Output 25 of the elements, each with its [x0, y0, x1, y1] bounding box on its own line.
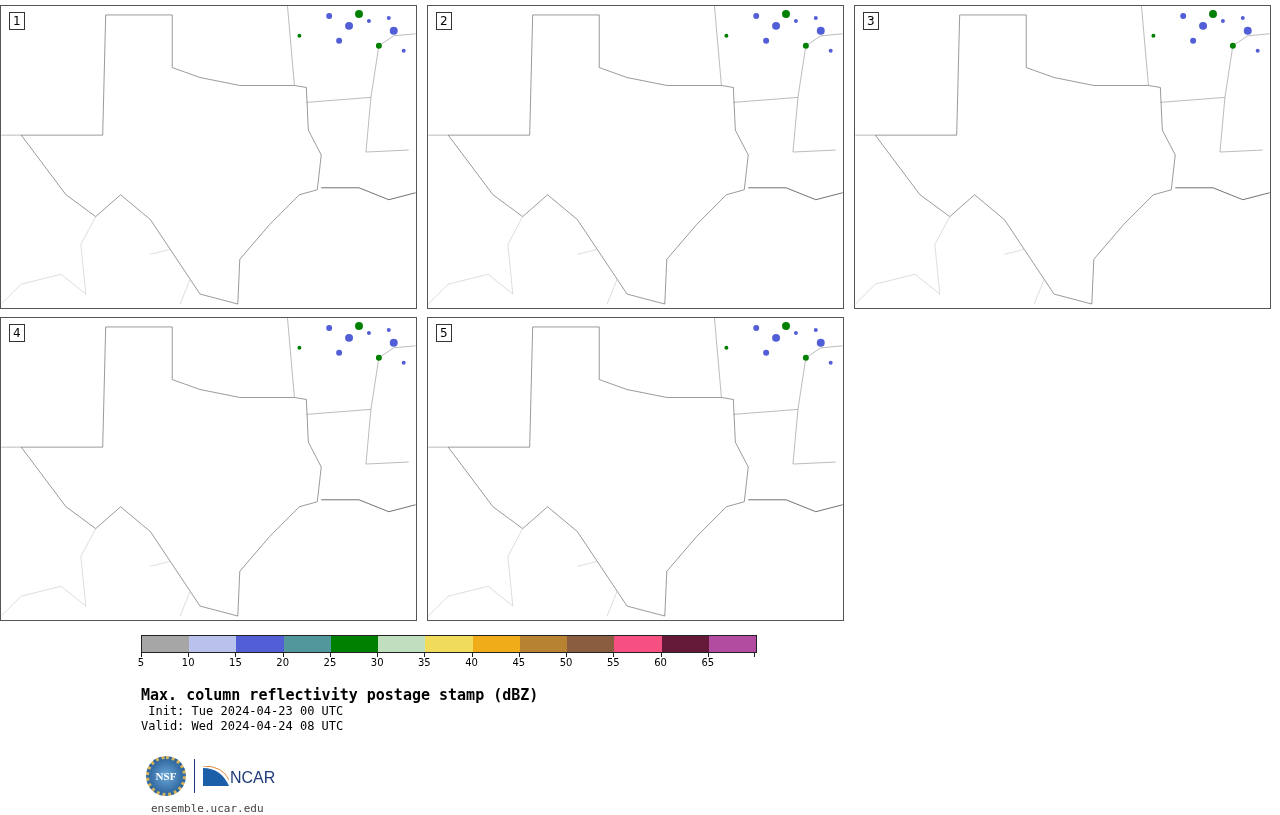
panel-number: 1 — [9, 12, 25, 30]
tick-label: 40 — [465, 657, 478, 668]
tick-label: 25 — [323, 657, 337, 668]
tick-label: 35 — [418, 657, 431, 668]
panel-number: 5 — [436, 324, 452, 342]
ncar-logo-text: NCAR — [230, 770, 276, 786]
tick-label: 10 — [181, 657, 195, 668]
tick-label: 5 — [137, 657, 145, 668]
website-url: ensemble.ucar.edu — [151, 802, 265, 815]
tick-label: 50 — [559, 657, 573, 668]
nsf-logo: NSF — [146, 756, 186, 796]
init-time: Init: Tue 2024-04-23 00 UTC — [147, 704, 345, 719]
tick-label: 55 — [606, 657, 620, 668]
panel-number: 4 — [9, 324, 25, 342]
chart-title: Max. column reflectivity postage stamp (dBZ) — [141, 686, 540, 704]
tick-label: 60 — [654, 657, 667, 668]
tick-label: 45 — [512, 657, 526, 668]
tick-label: 65 — [701, 657, 715, 668]
panel-number: 2 — [436, 12, 452, 30]
tick-label: 20 — [276, 657, 290, 668]
panel-number: 3 — [863, 12, 879, 30]
valid-time: Valid: Wed 2024-04-24 08 UTC — [141, 719, 345, 734]
swoosh-icon — [203, 766, 229, 786]
tick-label: 15 — [229, 657, 242, 668]
tick-label: 30 — [370, 657, 384, 668]
